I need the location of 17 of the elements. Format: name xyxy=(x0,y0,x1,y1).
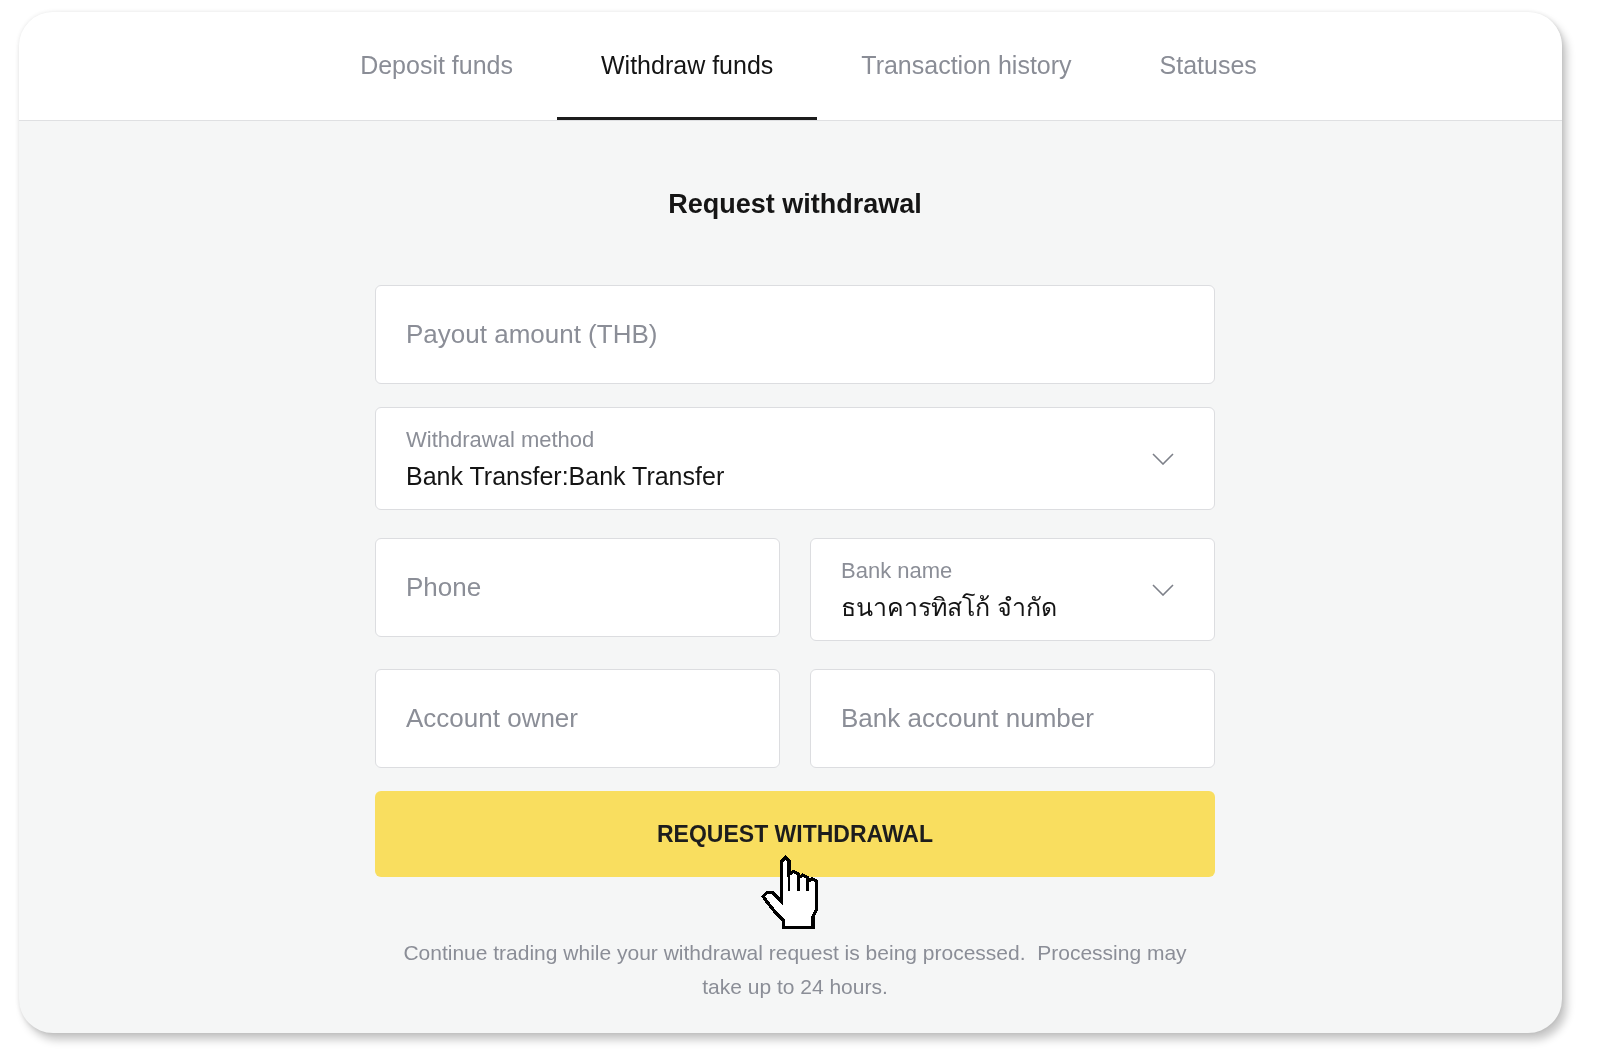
input-field[interactable]: Payout amount (THB) xyxy=(375,285,1215,384)
tab[interactable]: Withdraw funds xyxy=(557,12,818,120)
dropdown-field[interactable]: Withdrawal method Bank Transfer:Bank Transfer xyxy=(375,407,1215,510)
form-title: Request withdrawal xyxy=(667,188,923,221)
field-value: ธนาคารทิสโก้ จำกัด xyxy=(841,591,1057,623)
submit-button[interactable]: REQUEST WITHDRAWAL xyxy=(375,791,1215,877)
input-field[interactable]: Account owner xyxy=(375,669,780,768)
field-label: Withdrawal method xyxy=(406,425,595,454)
input-field[interactable]: Bank account number xyxy=(810,669,1215,768)
field-label: Bank name xyxy=(841,556,953,585)
input-field[interactable]: Phone xyxy=(375,538,780,637)
field-value: Bank Transfer:Bank Transfer xyxy=(406,460,725,492)
chevron-down-icon xyxy=(1152,452,1174,465)
hand-cursor-icon xyxy=(761,855,819,930)
chevron-down-icon xyxy=(1152,583,1174,596)
dropdown-field[interactable]: Bank name ธนาคารทิสโก้ จำกัด xyxy=(810,538,1215,641)
info-text: Continue trading while your withdrawal request is being processed. Processing may take up to 24 hours. xyxy=(402,940,1188,1000)
